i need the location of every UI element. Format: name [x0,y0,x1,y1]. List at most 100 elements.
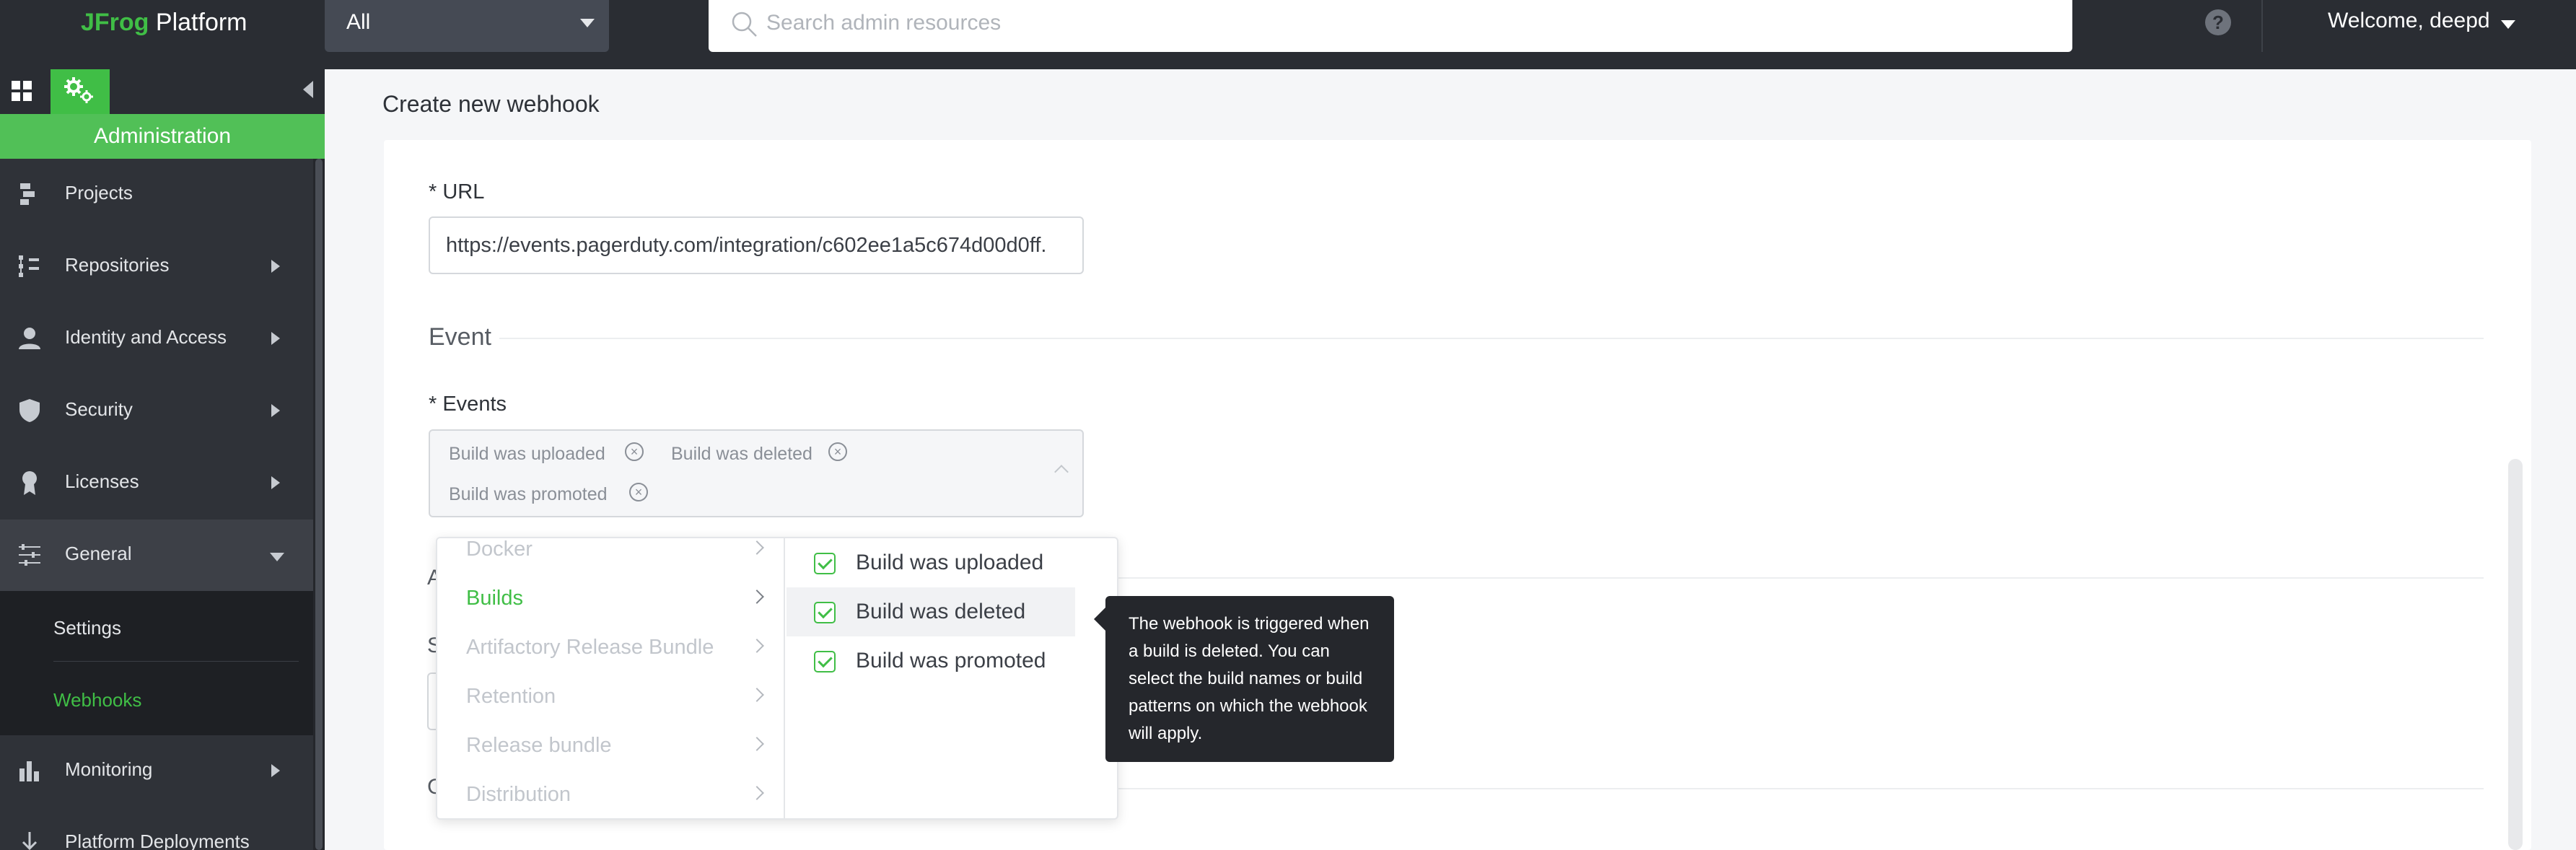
category-label: Docker [466,538,533,561]
admin-search[interactable] [709,0,2072,52]
option-label: Build was deleted [856,600,1026,623]
help-icon[interactable]: ? [2205,9,2231,35]
option-build-was-promoted[interactable]: Build was promoted [787,636,1075,685]
event-tooltip: The webhook is triggered when a build is… [1094,596,1394,762]
event-chip-label: Build was promoted [449,484,608,504]
ribbon-icon [22,471,37,495]
jfrog-logo[interactable]: JFrog Platform [81,7,247,38]
url-input[interactable] [429,216,1084,274]
logo-product: Platform [155,9,247,36]
section-divider [1055,788,2484,789]
sidebar-item-label: Identity and Access [65,326,227,348]
chevron-right-icon [750,786,764,800]
chevron-right-icon [271,764,280,777]
general-submenu: Settings Webhooks [0,591,313,735]
search-input[interactable] [766,7,2051,39]
chevron-right-icon [750,639,764,653]
sidebar-subitem-webhooks[interactable]: Webhooks [53,689,141,711]
collapse-sidebar-icon[interactable] [303,81,313,98]
category-retention[interactable]: Retention [437,672,785,722]
sidebar-item-security[interactable]: Security [0,375,313,447]
chevron-right-icon [750,590,764,604]
checkbox-checked[interactable] [814,602,836,623]
content-scrollbar[interactable] [2508,459,2523,850]
sidebar-item-licenses[interactable]: Licenses [0,447,313,520]
category-label: Retention [466,685,556,708]
url-label: * URL [429,180,485,203]
event-options-list: Build was uploaded Build was deleted Bui… [787,538,1117,818]
sidebar-item-general[interactable]: General [0,520,313,592]
sidebar-toolbar: Administration [0,69,325,159]
category-label: Distribution [466,783,571,806]
sidebar-scrollbar-thumb[interactable] [315,159,323,850]
event-chip-label: Build was deleted [671,444,812,464]
event-section-title: Event [429,323,491,351]
sidebar-item-label: Licenses [65,470,139,492]
category-distribution[interactable]: Distribution [437,771,785,818]
events-label: * Events [429,393,507,416]
category-release-bundle[interactable]: Release bundle [437,722,785,771]
sliders-icon [19,544,40,566]
sidebar-item-label: Security [65,398,133,420]
user-icon [19,328,40,349]
sidebar-item-label: Projects [65,182,133,203]
category-label: Artifactory Release Bundle [466,636,714,659]
remove-chip-icon[interactable]: × [828,442,847,461]
projects-icon [20,183,35,205]
events-select[interactable]: Build was uploaded × Build was deleted ×… [429,429,1084,517]
category-docker[interactable]: Docker [437,538,785,574]
submenu-divider [53,661,299,662]
chevron-right-icon [271,404,280,417]
sidebar-item-platform-deployments[interactable]: Platform Deployments [0,807,313,850]
logo-brand: JFrog [81,9,149,36]
administration-banner: Administration [0,114,325,159]
option-label: Build was uploaded [856,551,1044,574]
sidebar: Administration Projects Repositories Ide… [0,69,325,850]
section-divider [1055,577,2484,579]
sidebar-item-label: General [65,543,132,564]
category-label: Builds [466,587,523,610]
chevron-right-icon [750,688,764,702]
top-bar: JFrog Platform All ? Welcome, deepd [0,0,2576,69]
section-divider [499,338,2484,339]
bar-chart-icon [19,761,39,781]
sidebar-item-label: Repositories [65,254,170,276]
checkbox-checked[interactable] [814,553,836,574]
sidebar-item-projects[interactable]: Projects [0,159,313,231]
option-build-was-deleted[interactable]: Build was deleted [787,587,1075,636]
category-artifactory-release-bundle[interactable]: Artifactory Release Bundle [437,623,785,672]
remove-chip-icon[interactable]: × [625,442,644,461]
sidebar-item-identity-and-access[interactable]: Identity and Access [0,303,313,375]
chevron-down-icon[interactable] [2501,20,2515,29]
gears-icon [64,77,93,103]
sidebar-subitem-settings[interactable]: Settings [53,617,121,639]
download-icon [22,832,38,850]
chevron-down-icon [580,19,595,27]
remove-chip-icon[interactable]: × [629,483,648,501]
administration-tab[interactable] [51,69,110,114]
option-build-was-uploaded[interactable]: Build was uploaded [787,538,1075,587]
chevron-right-icon [271,476,280,489]
option-label: Build was promoted [856,649,1046,672]
checkbox-checked[interactable] [814,651,836,672]
scope-select-value: All [346,10,371,34]
search-icon [732,12,757,37]
scope-select[interactable]: All [325,0,609,52]
apps-grid-icon[interactable] [10,79,33,102]
user-menu[interactable]: Welcome, deepd [2328,9,2490,33]
category-label: Release bundle [466,734,612,757]
sidebar-item-repositories[interactable]: Repositories [0,231,313,303]
sidebar-item-monitoring[interactable]: Monitoring [0,735,313,807]
chevron-right-icon [750,737,764,751]
chevron-right-icon [271,332,280,345]
chevron-right-icon [271,260,280,273]
chevron-up-icon[interactable] [1054,465,1069,479]
shield-icon [19,399,40,422]
page-title: Create new webhook [382,91,600,117]
chevron-down-icon [270,553,284,561]
header-divider [2261,0,2263,52]
events-dropdown: Docker Builds Artifactory Release Bundle… [436,537,1118,820]
category-builds[interactable]: Builds [437,574,785,623]
sidebar-scrollbar[interactable] [313,159,325,850]
chevron-right-icon [750,540,764,555]
